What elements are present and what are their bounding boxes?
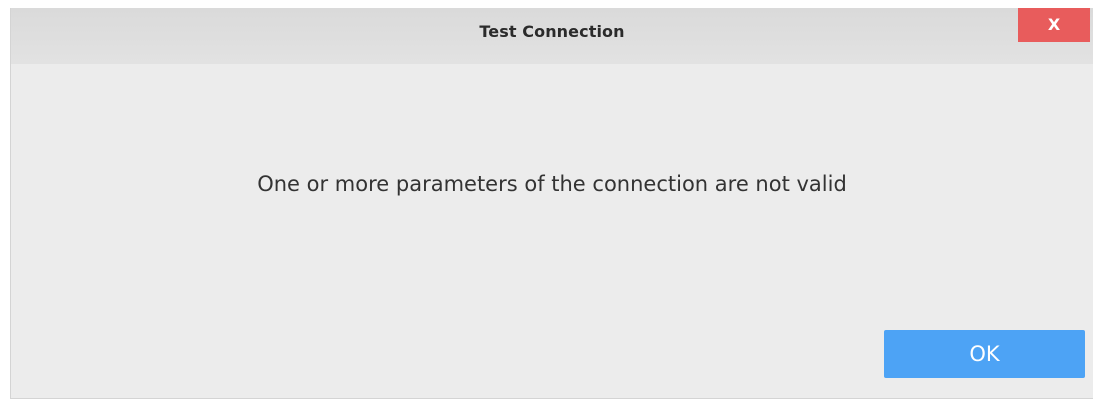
ok-button[interactable]: OK bbox=[884, 330, 1085, 378]
dialog-title: Test Connection bbox=[479, 22, 625, 41]
test-connection-dialog: Test Connection X One or more parameters… bbox=[10, 8, 1093, 399]
dialog-titlebar[interactable]: Test Connection bbox=[11, 8, 1093, 64]
error-message: One or more parameters of the connection… bbox=[257, 172, 847, 196]
close-button[interactable]: X bbox=[1018, 8, 1090, 42]
